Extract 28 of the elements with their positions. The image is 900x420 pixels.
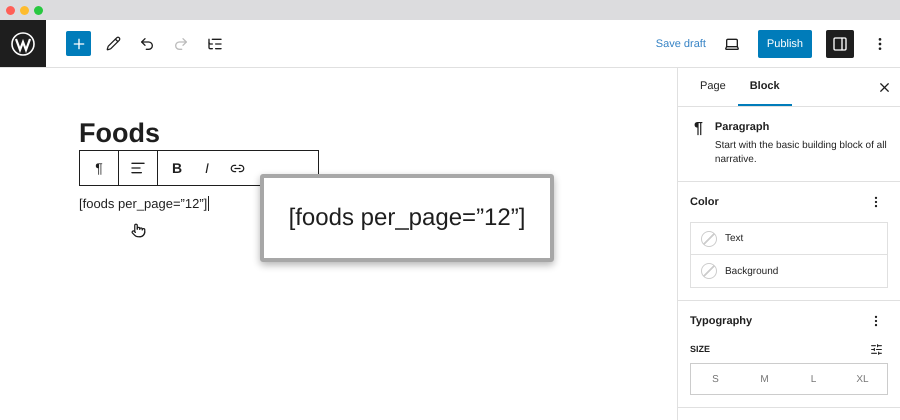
plus-icon	[70, 36, 86, 52]
empty-swatch-icon	[701, 263, 717, 279]
post-title: Foods	[79, 118, 161, 148]
size-label: SIZE	[690, 344, 710, 354]
save-draft-link[interactable]: Save draft	[656, 38, 706, 50]
section-title: Typography	[690, 315, 752, 327]
section-title: Color	[690, 196, 719, 208]
bold-button[interactable]: B	[164, 153, 190, 183]
sidebar-tab[interactable]: Page	[688, 68, 738, 106]
add-block-button[interactable]	[66, 31, 91, 56]
sidebar-tab[interactable]: Block	[738, 68, 792, 106]
block-name: Paragraph	[714, 121, 770, 133]
close-dot[interactable]	[6, 6, 15, 14]
publish-button[interactable]: Publish	[758, 30, 812, 58]
logo[interactable]	[0, 20, 46, 67]
settings-button[interactable]	[826, 30, 854, 58]
maximize-dot[interactable]	[34, 6, 43, 14]
shortcode-text[interactable]: [foods per_page=”12”]	[79, 196, 210, 211]
block-description: Start with the basic building block of all narrative.	[714, 139, 888, 167]
paragraph-icon: ¶	[694, 121, 703, 167]
callout-text: [foods per_page=”12”]	[260, 174, 554, 262]
minimize-dot[interactable]	[20, 6, 29, 14]
align-left-icon	[130, 160, 146, 176]
italic-button[interactable]: I	[194, 153, 220, 183]
sidebar-icon	[832, 36, 848, 52]
logo-icon	[11, 32, 35, 56]
paragraph-button[interactable]: ¶	[86, 153, 112, 183]
empty-swatch-icon	[701, 230, 717, 246]
